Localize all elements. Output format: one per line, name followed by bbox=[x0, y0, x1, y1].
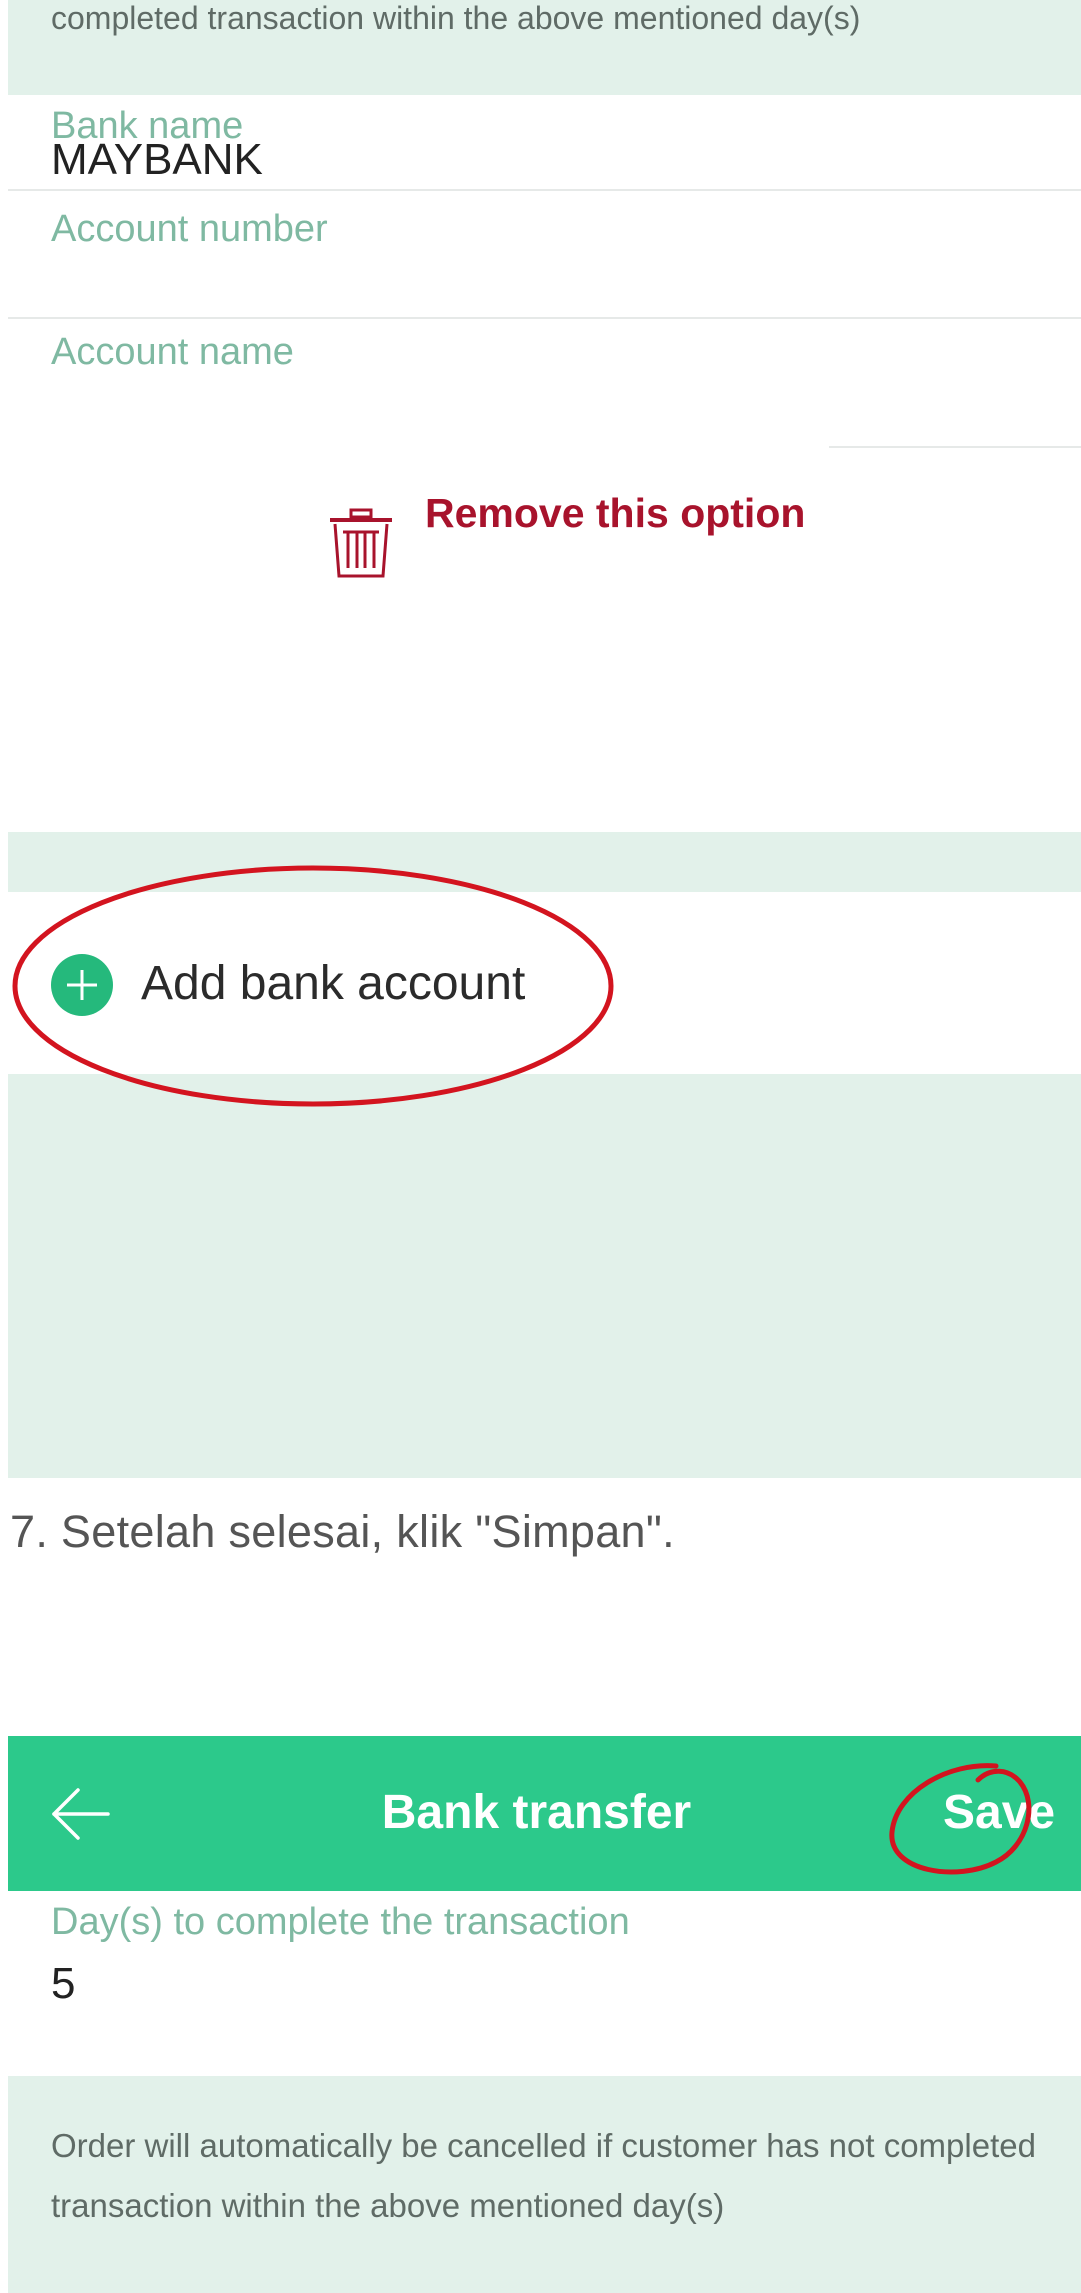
days-value[interactable]: 5 bbox=[51, 1959, 75, 2009]
remove-option-row[interactable]: Remove this option bbox=[8, 448, 1081, 648]
account-name-field[interactable]: Account name bbox=[8, 319, 1081, 448]
app-header: Bank transfer Save bbox=[8, 1736, 1081, 1891]
step-caption: 7. Setelah selesai, klik "Simpan". bbox=[10, 1506, 675, 1557]
notice-banner: completed transaction within the above m… bbox=[8, 0, 1081, 95]
save-annotation-circle bbox=[889, 1763, 1032, 1875]
bank-accounts-screenshot: completed transaction within the above m… bbox=[8, 0, 1081, 1478]
remove-option-label: Remove this option bbox=[425, 490, 806, 536]
bank-transfer-screenshot: Bank transfer Save Day(s) to complete th… bbox=[8, 1736, 1081, 2293]
account-number-label: Account number bbox=[51, 208, 328, 250]
account-number-field[interactable]: Account number bbox=[8, 191, 1081, 319]
days-label: Day(s) to complete the transaction bbox=[51, 1901, 630, 1943]
days-field[interactable]: Day(s) to complete the transaction 5 bbox=[8, 1891, 1081, 2076]
account-name-label: Account name bbox=[51, 331, 294, 373]
empty-area bbox=[8, 1074, 1081, 1478]
notice-text: completed transaction within the above m… bbox=[51, 0, 861, 36]
bank-name-spacer bbox=[8, 95, 1081, 191]
cancellation-notice-text: Order will automatically be cancelled if… bbox=[51, 2127, 1036, 2224]
annotation-ellipse bbox=[12, 865, 614, 1107]
cancellation-notice: Order will automatically be cancelled if… bbox=[8, 2076, 1081, 2293]
trash-icon bbox=[330, 508, 392, 578]
